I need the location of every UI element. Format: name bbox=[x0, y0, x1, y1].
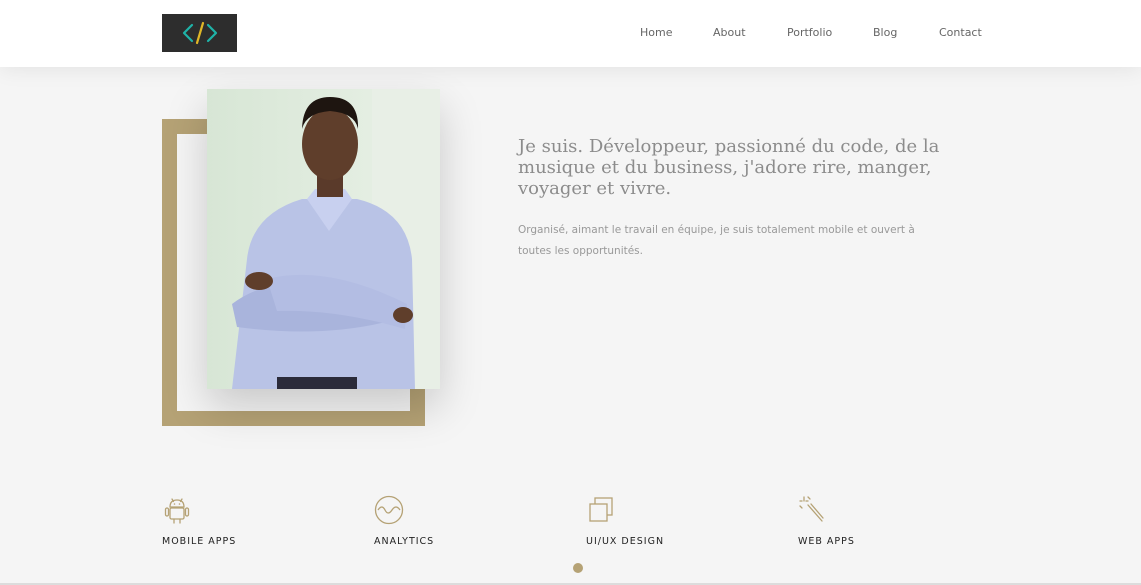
site-header: Home About Portfolio Blog Contact bbox=[0, 0, 1141, 67]
nav-link-about[interactable]: About bbox=[713, 26, 746, 40]
service-label: WEB APPS bbox=[798, 536, 855, 547]
nav-link-home[interactable]: Home bbox=[640, 26, 672, 40]
nav-link-blog[interactable]: Blog bbox=[873, 26, 897, 40]
profile-photo bbox=[207, 89, 440, 389]
carousel-dot[interactable] bbox=[573, 563, 583, 573]
service-label: MOBILE APPS bbox=[162, 536, 237, 547]
hero-description: Organisé, aimant le travail en équipe, j… bbox=[518, 224, 915, 257]
main-nav: Home About Portfolio Blog Contact bbox=[0, 26, 1141, 40]
wave-icon bbox=[374, 495, 404, 525]
android-icon bbox=[164, 498, 190, 524]
nav-link-contact[interactable]: Contact bbox=[939, 26, 982, 40]
layers-icon bbox=[589, 497, 613, 522]
service-label: UI/UX DESIGN bbox=[586, 536, 665, 547]
service-label: ANALYTICS bbox=[374, 536, 435, 547]
magic-wand-icon bbox=[799, 496, 824, 522]
nav-link-portfolio[interactable]: Portfolio bbox=[787, 26, 832, 40]
hero-headline: Je suis. Développeur, passionné du code,… bbox=[518, 136, 940, 199]
